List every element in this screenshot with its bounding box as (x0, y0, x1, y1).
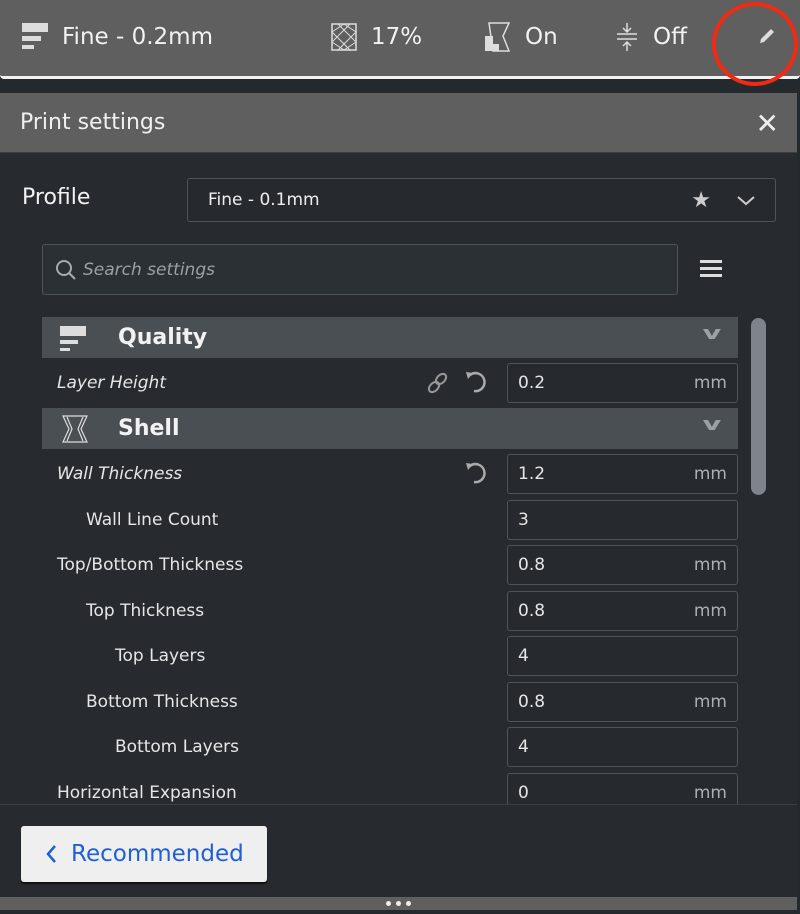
profile-dropdown-value: Fine - 0.1mm (208, 190, 320, 210)
setting-value: 3 (518, 510, 529, 530)
search-icon (56, 259, 76, 280)
star-icon[interactable]: ★ (691, 188, 711, 213)
setting-label: Top Layers (115, 646, 206, 666)
setting-label: Bottom Layers (115, 737, 240, 757)
category-shell[interactable]: Shell v (42, 408, 738, 449)
category-label: Shell (118, 416, 180, 441)
infill-summary[interactable]: 17% (331, 20, 422, 54)
settings-list: Quality v Layer Height 0.2 mm Shell v Wal… (42, 317, 738, 804)
setting-row-wall-thickness: Wall Thickness 1.2 mm (42, 453, 738, 495)
setting-input[interactable]: 4 (507, 727, 738, 767)
setting-input[interactable]: 0 mm (507, 773, 738, 804)
setting-label: Layer Height (57, 373, 166, 393)
panel-title: Print settings (20, 110, 166, 135)
highlight-circle (712, 2, 798, 86)
setting-input[interactable]: 0.8 mm (507, 591, 738, 631)
support-icon (485, 22, 511, 52)
resize-handle[interactable] (0, 897, 797, 910)
setting-row-horizontal-expansion: Horizontal Expansion 0 mm (42, 772, 738, 804)
profile-summary-text: Fine - 0.2mm (62, 24, 213, 50)
setting-row-top-layers: Top Layers 4 (42, 635, 738, 677)
profile-summary[interactable]: Fine - 0.2mm (22, 20, 213, 54)
setting-input[interactable]: 4 (507, 636, 738, 676)
category-label: Quality (118, 325, 208, 350)
setting-value: 4 (518, 737, 529, 757)
chevron-down-icon (737, 196, 755, 206)
setting-row-bottom-layers: Bottom Layers 4 (42, 726, 738, 768)
setting-input[interactable]: 3 (507, 500, 738, 540)
support-value: On (525, 24, 558, 50)
search-input[interactable]: Search settings (42, 244, 678, 295)
setting-unit: mm (693, 373, 727, 393)
setting-value: 0.2 (518, 373, 546, 393)
scrollbar[interactable] (751, 318, 766, 495)
setting-label: Bottom Thickness (86, 692, 238, 712)
support-summary[interactable]: On (483, 20, 558, 54)
setting-row-bottom-thickness: Bottom Thickness 0.8 mm (42, 681, 738, 723)
infill-icon (331, 23, 357, 51)
setting-unit: mm (693, 692, 727, 712)
profile-dropdown[interactable]: Fine - 0.1mm ★ (187, 178, 776, 222)
search-placeholder: Search settings (83, 259, 215, 280)
recommended-button[interactable]: Recommended (21, 826, 267, 882)
print-settings-panel: Print settings ✕ Profile Fine - 0.1mm ★ … (0, 93, 797, 897)
setting-label: Horizontal Expansion (57, 783, 237, 803)
setting-unit: mm (693, 783, 727, 803)
setting-label: Top Thickness (86, 601, 205, 621)
infill-value: 17% (371, 24, 423, 50)
reset-icon[interactable] (464, 370, 488, 394)
setting-label: Top/Bottom Thickness (57, 555, 244, 575)
adhesion-summary[interactable]: Off (615, 20, 687, 54)
chevron-down-icon: v (702, 323, 722, 344)
setting-value: 0 (518, 783, 529, 803)
panel-header: Print settings (0, 93, 797, 153)
reset-icon[interactable] (464, 461, 488, 485)
profile-label: Profile (22, 185, 91, 210)
setting-value: 0.8 (518, 555, 546, 575)
setting-input[interactable]: 0.2 mm (507, 363, 738, 403)
setting-row-top-bottom-thickness: Top/Bottom Thickness 0.8 mm (42, 544, 738, 586)
footer-divider (0, 804, 797, 805)
setting-value: 0.8 (518, 692, 546, 712)
setting-unit: mm (693, 601, 727, 621)
setting-label: Wall Thickness (57, 464, 183, 484)
setting-input[interactable]: 1.2 mm (507, 454, 738, 494)
setting-input[interactable]: 0.8 mm (507, 682, 738, 722)
setting-row-top-thickness: Top Thickness 0.8 mm (42, 590, 738, 632)
setting-row-wall-line-count: Wall Line Count 3 (42, 499, 738, 541)
layers-icon (22, 23, 48, 49)
shell-icon (62, 414, 88, 443)
category-quality[interactable]: Quality v (42, 317, 738, 358)
adhesion-icon (617, 23, 637, 51)
recommended-label: Recommended (71, 841, 244, 867)
setting-unit: mm (693, 555, 727, 575)
setting-row-layer-height: Layer Height 0.2 mm (42, 362, 738, 404)
link-icon[interactable] (426, 372, 450, 394)
settings-menu-icon[interactable] (700, 260, 722, 278)
chevron-down-icon: v (702, 414, 722, 435)
layers-icon (60, 325, 86, 351)
setting-value: 4 (518, 646, 529, 666)
chevron-left-icon (46, 845, 56, 863)
setting-unit: mm (693, 464, 727, 484)
print-setup-bar[interactable]: Fine - 0.2mm 17% On Off (0, 0, 800, 86)
setting-label: Wall Line Count (86, 510, 219, 530)
setting-value: 1.2 (518, 464, 546, 484)
close-icon[interactable]: ✕ (756, 107, 779, 140)
setting-value: 0.8 (518, 601, 546, 621)
adhesion-value: Off (653, 24, 687, 50)
setting-input[interactable]: 0.8 mm (507, 545, 738, 585)
